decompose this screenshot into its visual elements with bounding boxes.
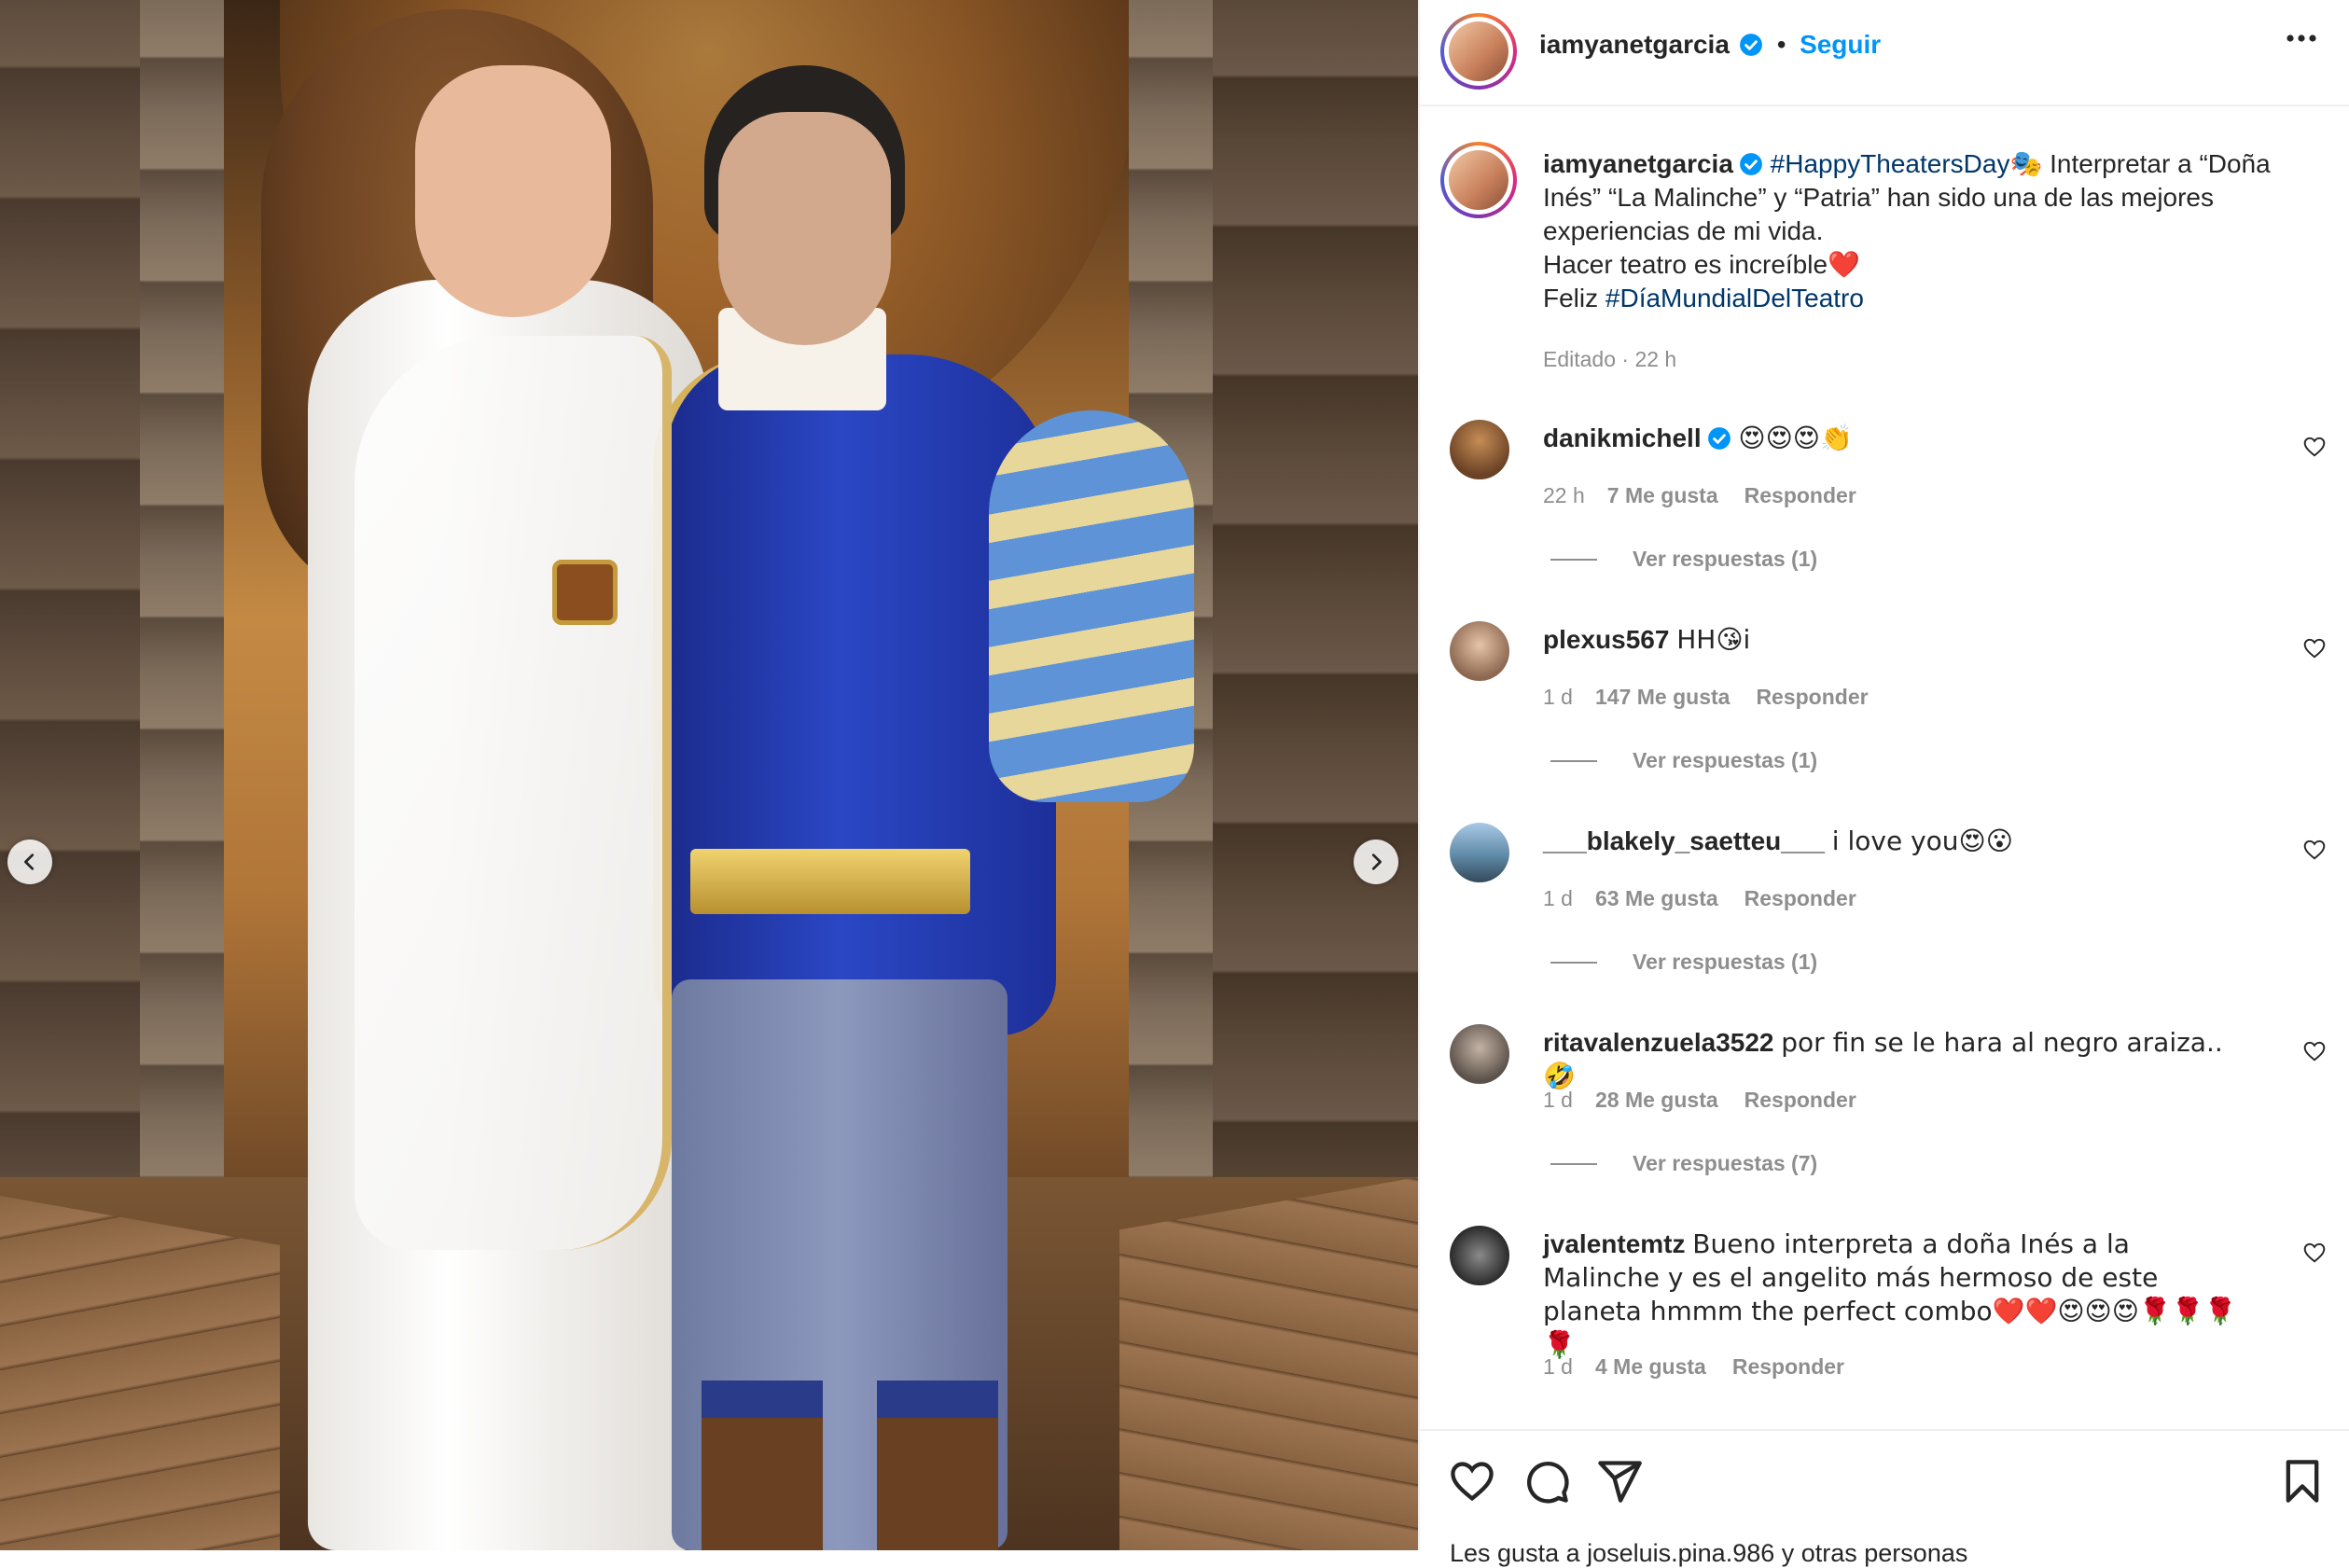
woman-face [415, 65, 611, 317]
reply-button[interactable]: Responder [1744, 886, 1856, 910]
view-replies-label: Ver respuestas (1) [1633, 748, 1818, 772]
verified-badge-icon [1707, 427, 1730, 450]
commenter-username[interactable]: ritavalenzuela3522 [1543, 1028, 1774, 1057]
commenter-username[interactable]: plexus567 [1543, 625, 1669, 654]
comment-meta: 1 d 147 Me gusta Responder [1543, 685, 1869, 710]
like-comment-heart-icon[interactable] [2302, 1039, 2327, 1063]
caption-prefix: Feliz [1543, 284, 1605, 312]
commenter-avatar[interactable] [1450, 823, 1509, 882]
likes-summary[interactable]: Les gusta a joseluis.pina.986 y otras pe… [1450, 1539, 1967, 1568]
dress-brooch [552, 560, 618, 625]
comment-text-row: danikmichell 😍😍😍👏 [1543, 422, 2252, 455]
view-replies-button[interactable]: Ver respuestas (1) [1550, 547, 1817, 572]
view-replies-label: Ver respuestas (1) [1633, 547, 1818, 571]
caption-story-ring[interactable] [1440, 142, 1517, 218]
reply-button[interactable]: Responder [1732, 1354, 1844, 1379]
comment-meta: 1 d 4 Me gusta Responder [1543, 1354, 1844, 1380]
comment-meta: 1 d 28 Me gusta Responder [1543, 1088, 1856, 1113]
comment-text: HH😘i [1676, 624, 1751, 655]
like-comment-heart-icon[interactable] [2302, 435, 2327, 459]
author-username[interactable]: iamyanetgarcia [1539, 30, 1730, 59]
caption-avatar[interactable] [1449, 150, 1508, 210]
view-replies-button[interactable]: Ver respuestas (1) [1550, 950, 1817, 975]
comment-text-row: ritavalenzuela3522 por fin se le hara al… [1543, 1026, 2252, 1093]
chevron-left-icon [24, 853, 35, 870]
caption-username[interactable]: iamyanetgarcia [1543, 149, 1733, 178]
commenter-username[interactable]: danikmichell [1543, 423, 1702, 452]
separator-dot: • [1776, 30, 1786, 59]
comment-likes[interactable]: 28 Me gusta [1595, 1088, 1718, 1112]
comment-likes[interactable]: 147 Me gusta [1595, 685, 1730, 709]
comment-icon[interactable] [1522, 1457, 1571, 1506]
bookmark-icon[interactable] [2278, 1457, 2327, 1506]
comment-time: 1 d [1543, 1088, 1573, 1112]
follow-button[interactable]: Seguir [1800, 30, 1881, 59]
chevron-right-icon [1371, 853, 1382, 870]
comment-time: 1 d [1543, 1354, 1573, 1379]
reply-button[interactable]: Responder [1744, 1088, 1856, 1112]
commenter-avatar[interactable] [1450, 1024, 1509, 1084]
comment-time: 22 h [1543, 483, 1585, 507]
man-face [718, 112, 891, 345]
bench-left [0, 1196, 280, 1550]
post-header: iamyanetgarcia • Seguir [1420, 0, 2349, 106]
next-slide-button[interactable] [1354, 840, 1398, 884]
hashtag-link[interactable]: #HappyTheatersDay [1771, 149, 2010, 178]
theater-emoji: 🎭 [2009, 148, 2043, 179]
comment-text: 😍😍😍👏 [1738, 423, 1853, 453]
man-sleeve [989, 410, 1194, 802]
woman-sleeve [354, 336, 672, 1250]
like-comment-heart-icon[interactable] [2302, 636, 2327, 660]
comment-time: 1 d [1543, 886, 1573, 910]
commenter-avatar[interactable] [1450, 621, 1509, 681]
man-boot-left [702, 1381, 823, 1550]
view-replies-button[interactable]: Ver respuestas (7) [1550, 1151, 1817, 1176]
comment-likes[interactable]: 7 Me gusta [1607, 483, 1718, 507]
edited-timestamp: Editado · 22 h [1543, 347, 1677, 371]
comment-time: 1 d [1543, 685, 1573, 709]
reply-button[interactable]: Responder [1756, 685, 1868, 709]
heart-icon[interactable] [1448, 1457, 1496, 1506]
hashtag-link[interactable]: #DíaMundialDelTeatro [1605, 284, 1864, 312]
comment-meta: 1 d 63 Me gusta Responder [1543, 886, 1856, 911]
comment-text-row: jvalentemtz Bueno interpreta a doña Inés… [1543, 1228, 2252, 1362]
verified-badge-icon [1740, 34, 1763, 56]
post-side-panel: iamyanetgarcia • Seguir iamyanetgarcia #… [1420, 0, 2349, 1567]
post-actions-bar: Les gusta a joseluis.pina.986 y otras pe… [1420, 1429, 2349, 1567]
comment-likes[interactable]: 63 Me gusta [1595, 886, 1718, 910]
like-comment-heart-icon[interactable] [2302, 1241, 2327, 1265]
post-media[interactable] [0, 0, 1418, 1550]
comment-text: i love you😍😮 [1831, 826, 2013, 856]
verified-badge-icon [1739, 153, 1762, 175]
author-avatar[interactable] [1449, 21, 1508, 81]
comment-text-row: plexus567 HH😘i [1543, 623, 2252, 657]
reply-button[interactable]: Responder [1744, 483, 1856, 507]
post-caption: iamyanetgarcia #HappyTheatersDay🎭 Interp… [1543, 147, 2308, 315]
comment-text-row: ___blakely_saetteu___ i love you😍😮 [1543, 825, 2252, 858]
view-replies-button[interactable]: Ver respuestas (1) [1550, 748, 1817, 773]
comment-likes[interactable]: 4 Me gusta [1595, 1354, 1706, 1379]
prev-slide-button[interactable] [7, 840, 52, 884]
commenter-avatar[interactable] [1450, 1226, 1509, 1285]
more-options-icon[interactable] [2286, 34, 2317, 43]
story-ring[interactable] [1440, 13, 1517, 90]
commenter-username[interactable]: jvalentemtz [1543, 1229, 1686, 1258]
like-comment-heart-icon[interactable] [2302, 838, 2327, 862]
view-replies-label: Ver respuestas (7) [1633, 1151, 1818, 1175]
bench-right [1119, 1177, 1418, 1550]
commenter-avatar[interactable] [1450, 420, 1509, 479]
caption-line: Hacer teatro es increíble❤️ [1543, 250, 1860, 279]
send-icon[interactable] [1595, 1457, 1644, 1506]
man-boot-right [877, 1381, 998, 1550]
comment-meta: 22 h 7 Me gusta Responder [1543, 483, 1856, 508]
man-belt [690, 849, 970, 914]
view-replies-label: Ver respuestas (1) [1633, 950, 1818, 974]
commenter-username[interactable]: ___blakely_saetteu___ [1543, 826, 1825, 855]
